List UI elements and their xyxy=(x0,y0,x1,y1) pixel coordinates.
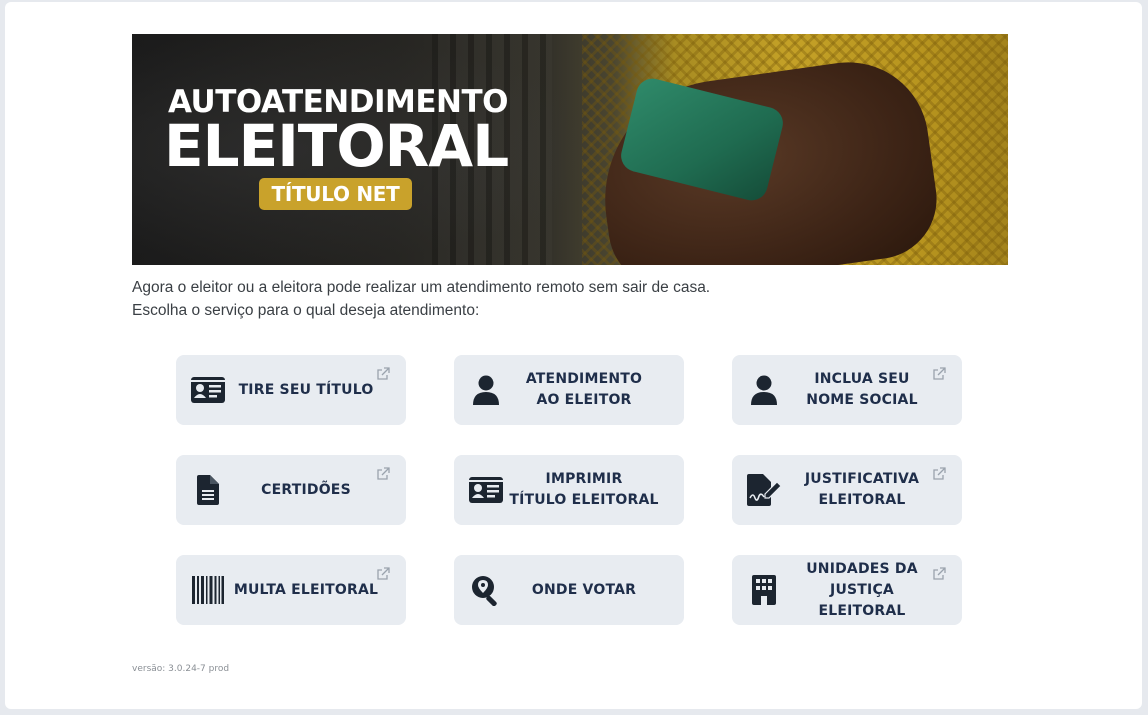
search-location-icon xyxy=(468,574,504,606)
version-text: versão: 3.0.24-7 prod xyxy=(132,664,230,674)
hero-banner: AUTOATENDIMENTO ELEITORAL TÍTULO NET xyxy=(132,34,1008,265)
intro-line1: Agora o eleitor ou a eleitora pode reali… xyxy=(132,279,711,296)
service-imprimir-titulo-button[interactable]: IMPRIMIR TÍTULO ELEITORAL xyxy=(454,455,684,525)
service-multa-eleitoral-button[interactable]: MULTA ELEITORAL xyxy=(176,555,406,625)
external-link-icon xyxy=(932,366,946,380)
service-tire-seu-titulo-button[interactable]: TIRE SEU TÍTULO xyxy=(176,355,406,425)
service-label: IMPRIMIR TÍTULO ELEITORAL xyxy=(509,471,659,508)
service-label: CERTIDÕES xyxy=(261,481,351,498)
building-icon xyxy=(746,574,782,606)
intro-text: Agora o eleitor ou a eleitora pode reali… xyxy=(132,276,710,322)
service-label: UNIDADES DA JUSTIÇA ELEITORAL xyxy=(806,560,918,619)
service-label: TIRE SEU TÍTULO xyxy=(238,381,374,398)
service-certidoes-button[interactable]: CERTIDÕES xyxy=(176,455,406,525)
banner-badge: TÍTULO NET xyxy=(259,178,412,210)
service-label: ONDE VOTAR xyxy=(531,581,637,598)
external-link-icon xyxy=(932,466,946,480)
user-icon xyxy=(746,374,782,406)
document-icon xyxy=(190,474,226,506)
external-link-icon xyxy=(932,566,946,580)
service-onde-votar-button[interactable]: ONDE VOTAR xyxy=(454,555,684,625)
service-inclua-nome-social-button[interactable]: INCLUA SEU NOME SOCIAL xyxy=(732,355,962,425)
service-atendimento-ao-eleitor-button[interactable]: ATENDIMENTO AO ELEITOR xyxy=(454,355,684,425)
signature-icon xyxy=(746,474,782,506)
service-label: INCLUA SEU NOME SOCIAL xyxy=(806,371,918,408)
service-unidades-justica-eleitoral-button[interactable]: UNIDADES DA JUSTIÇA ELEITORAL xyxy=(732,555,962,625)
external-link-icon xyxy=(376,366,390,380)
services-grid: TIRE SEU TÍTULO ATENDIMENTO AO ELEITOR I… xyxy=(176,355,963,625)
service-justificativa-button[interactable]: JUSTIFICATIVA ELEITORAL xyxy=(732,455,962,525)
banner-title-line2: ELEITORAL xyxy=(164,112,509,180)
service-label: JUSTIFICATIVA ELEITORAL xyxy=(804,471,920,508)
id-card-icon xyxy=(468,474,504,506)
service-label: ATENDIMENTO AO ELEITOR xyxy=(525,371,643,408)
service-label: MULTA ELEITORAL xyxy=(233,581,379,598)
external-link-icon xyxy=(376,466,390,480)
external-link-icon xyxy=(376,566,390,580)
user-icon xyxy=(468,374,504,406)
intro-line2: Escolha o serviço para o qual deseja ate… xyxy=(132,302,480,319)
barcode-icon xyxy=(190,574,226,606)
id-card-icon xyxy=(190,374,226,406)
